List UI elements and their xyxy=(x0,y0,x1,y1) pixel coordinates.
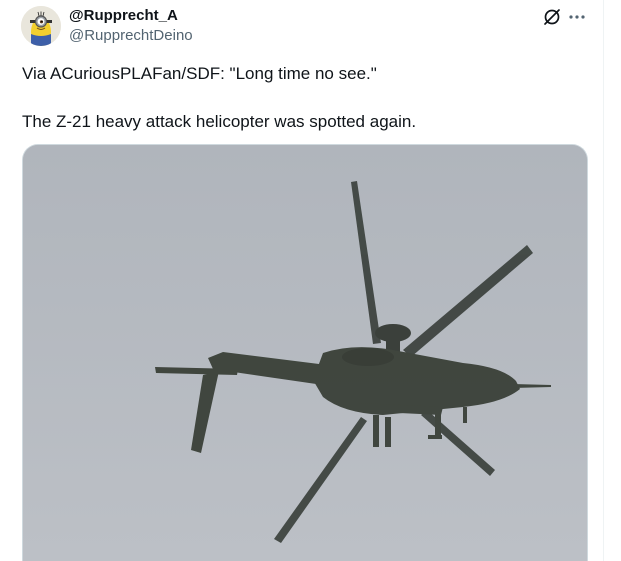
author-display-name[interactable]: @Rupprecht_A xyxy=(69,7,178,25)
minion-avatar-icon xyxy=(21,6,61,46)
tweet-media-photo[interactable] xyxy=(22,144,588,561)
tweet-text-line-2: The Z-21 heavy attack helicopter was spo… xyxy=(22,112,417,131)
tweet-text: Via ACuriousPLAFan/SDF: "Long time no se… xyxy=(22,62,587,134)
author-handle[interactable]: @RupprechtDeino xyxy=(69,27,193,45)
helicopter-photo xyxy=(23,145,587,561)
more-options-icon[interactable] xyxy=(566,6,588,28)
avatar[interactable] xyxy=(21,6,61,46)
tweet-card: @Rupprecht_A @RupprechtDeino Via ACuriou… xyxy=(0,0,604,561)
tweet-text-line-1: Via ACuriousPLAFan/SDF: "Long time no se… xyxy=(22,64,377,83)
grok-icon[interactable] xyxy=(541,6,563,28)
